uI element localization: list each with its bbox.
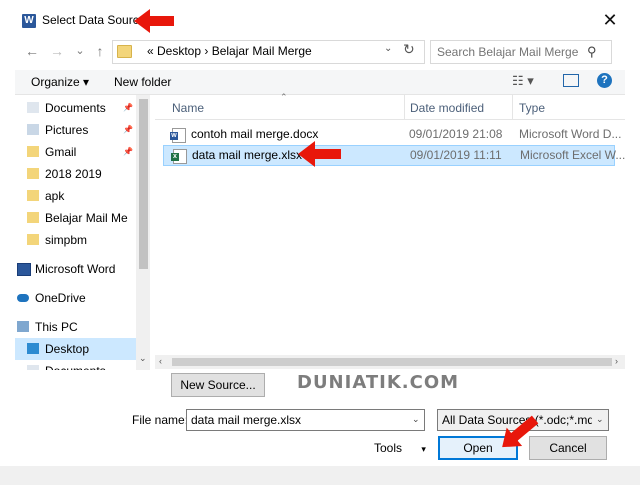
back-button[interactable]: ← [22,42,42,60]
column-divider[interactable] [512,95,513,119]
column-header: ⌃ Name Date modified Type [155,92,625,120]
watermark: DUNIATIK.COM [297,372,460,393]
file-name: data mail merge.xlsx [192,148,303,162]
sidebar-item-label: Documents [45,360,106,370]
sidebar-item[interactable]: Desktop [15,338,136,360]
toolbar: Organize ▾ New folder ☷ ▾ ? [15,70,625,95]
column-name[interactable]: Name [172,101,204,115]
sidebar-item-label: simpbm [45,233,88,247]
sidebar-item[interactable]: simpbm [15,229,137,251]
sidebar-item-label: Microsoft Word [35,262,116,276]
search-input[interactable] [437,41,587,63]
title-bar: W Select Data Source ✕ [0,0,640,42]
sidebar-item[interactable]: 2018 2019 [15,163,137,185]
sidebar-item-label: OneDrive [35,291,86,305]
folder-icon [27,146,39,157]
folder-icon [27,212,39,223]
column-type[interactable]: Type [519,101,545,115]
preview-pane-icon[interactable] [563,74,579,87]
sidebar-item-label: Desktop [45,342,90,356]
chevron-down-icon: ▾ [421,444,426,454]
horizontal-scrollbar[interactable]: ‹ › [155,355,625,369]
column-divider[interactable] [404,95,405,119]
excel-file-icon: x [171,149,187,164]
nav-scroll-thumb[interactable] [139,99,148,269]
scroll-down-icon[interactable]: ⌄ [139,353,147,364]
pin-icon: 📌 [123,147,133,156]
breadcrumb[interactable]: « Desktop › Belajar Mail Merge [147,44,312,58]
file-name-label: File name: [132,413,189,427]
close-button[interactable]: ✕ [598,10,622,32]
computer-icon [17,321,29,332]
sidebar-item[interactable]: Microsoft Word [15,258,137,280]
sidebar-item[interactable]: Belajar Mail Me [15,207,137,229]
sidebar-item-label: Gmail [45,145,77,159]
file-date: 09/01/2019 11:11 [410,148,502,162]
cloud-icon [17,294,29,302]
file-name-field[interactable]: ⌄ [186,409,425,431]
chevron-down-icon[interactable]: ⌄ [412,414,420,425]
help-icon[interactable]: ? [597,73,612,88]
folder-icon [27,234,39,245]
nav-scrollbar[interactable]: ⌄ [136,95,150,370]
word-file-icon: w [170,128,186,143]
horizontal-scroll-thumb[interactable] [172,358,612,366]
sidebar-item-label: This PC [35,320,78,334]
file-type: Microsoft Excel W... [520,148,626,162]
cancel-button[interactable]: Cancel [529,436,607,460]
sidebar-item-label: Belajar Mail Me [45,211,128,225]
refresh-icon[interactable]: ↻ [403,41,419,58]
sidebar-item[interactable]: OneDrive [15,287,137,309]
sidebar-item[interactable]: Pictures 📌 [15,119,137,141]
sidebar-item[interactable]: Gmail 📌 [15,141,137,163]
sidebar-item-label: Documents [45,101,106,115]
new-source-button[interactable]: New Source... [171,373,265,397]
sidebar-item-label: Pictures [45,123,89,137]
view-options-icon[interactable]: ☷ ▾ [512,73,534,89]
documents-icon [27,365,39,370]
scroll-left-icon[interactable]: ‹ [159,356,162,366]
folder-icon [27,190,39,201]
navigation-pane: Documents 📌 Pictures 📌 Gmail 📌 2018 2019 apk Bel… [15,95,151,370]
pin-icon: 📌 [123,125,133,134]
window-title: Select Data Source [42,13,146,27]
sidebar-item-label: apk [45,189,65,203]
tools-label: Tools [374,441,403,455]
folder-icon [27,168,39,179]
pictures-icon [27,124,39,135]
recent-locations-button[interactable]: ⌄ [70,42,90,60]
sidebar-item-label: 2018 2019 [45,167,102,181]
file-date: 09/01/2019 21:08 [409,127,503,141]
folder-icon [117,45,132,58]
file-type: Microsoft Word D... [519,127,622,141]
file-row[interactable]: w contoh mail merge.docx 09/01/2019 21:08 M… [163,125,621,144]
organize-button[interactable]: Organize ▾ [31,75,89,89]
address-bar[interactable]: « Desktop › Belajar Mail Merge ⌄ ↻ [112,40,425,64]
documents-icon [27,102,39,113]
sidebar-item[interactable]: Documents 📌 [15,97,137,119]
annotation-arrow-icon [298,141,341,167]
file-row[interactable]: x data mail merge.xlsx 09/01/2019 11:11 Mic… [163,145,625,166]
word-icon: W [22,14,36,28]
sidebar-item[interactable]: apk [15,185,137,207]
annotation-arrow-icon [134,9,174,33]
sidebar-item[interactable]: This PC [15,316,137,338]
sort-up-icon: ⌃ [280,92,288,102]
forward-button[interactable]: → [47,42,67,60]
sidebar-item[interactable]: Documents [15,360,137,370]
tools-button[interactable]: Tools ▾ [374,441,426,455]
desktop-icon [27,343,39,354]
scroll-right-icon[interactable]: › [615,356,618,366]
search-icon: ⚲ [587,44,597,59]
up-button[interactable]: ↑ [90,42,110,60]
file-name-input[interactable] [191,410,405,430]
new-folder-button[interactable]: New folder [114,75,171,89]
search-box[interactable]: ⚲ [430,40,612,64]
pin-icon: 📌 [123,103,133,112]
word-icon [17,263,31,276]
chevron-down-icon[interactable]: ⌄ [384,43,398,54]
status-strip [0,466,640,485]
column-date-modified[interactable]: Date modified [410,101,484,115]
chevron-down-icon: ⌄ [596,414,604,424]
